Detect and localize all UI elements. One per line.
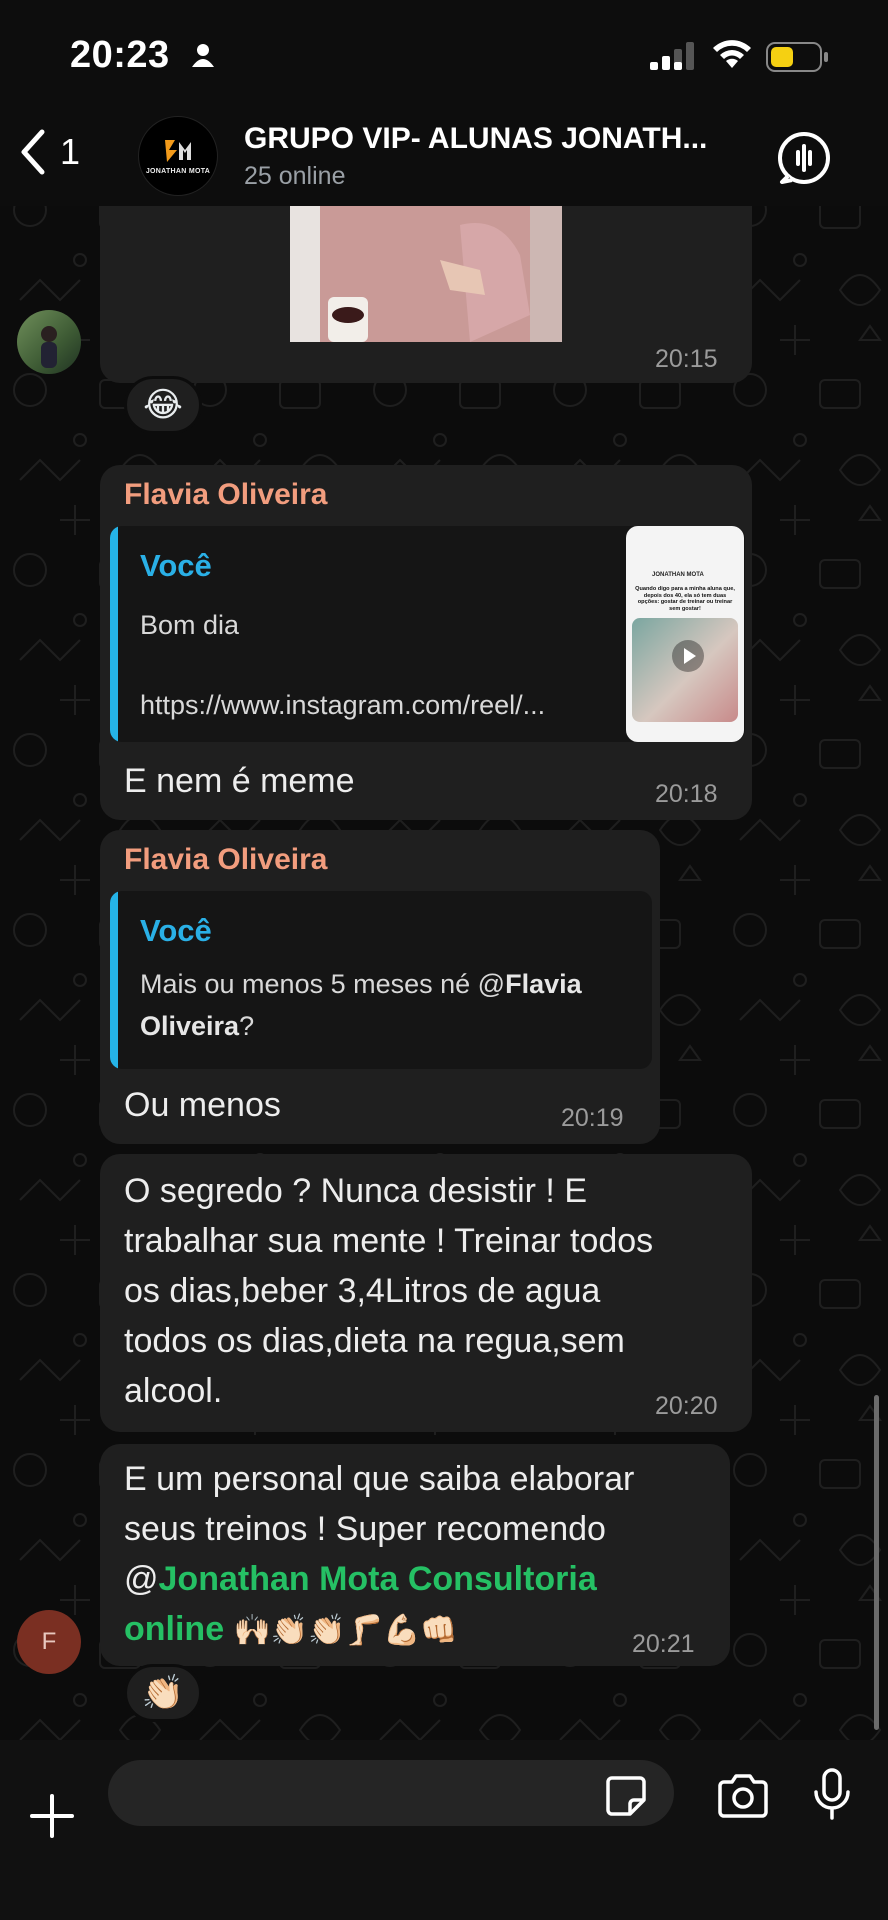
emoji-sequence: 🙌🏻👏🏻👏🏻🦵🏻💪🏻👊🏻 (233, 1614, 458, 1647)
sender-name[interactable]: Flavia Oliveira (124, 478, 327, 512)
scrollbar[interactable] (874, 1395, 879, 1730)
battery-icon (766, 42, 828, 72)
status-bar: 20:23 (0, 0, 888, 110)
chevron-left-icon (21, 129, 45, 175)
sender-avatar[interactable] (17, 310, 81, 374)
mention-link[interactable]: Jonathan Mota Consultoria (159, 1560, 597, 1598)
microphone-icon[interactable] (812, 1768, 852, 1822)
jm-logo-icon (165, 139, 191, 162)
sender-avatar[interactable]: F (17, 1610, 81, 1674)
mention-link[interactable]: online (124, 1610, 224, 1648)
person-icon (192, 44, 214, 67)
back-button[interactable]: 1 (18, 128, 80, 176)
message-text: O segredo ? Nunca desistir ! E trabalhar… (124, 1172, 654, 1410)
quote-link: https://www.instagram.com/reel/... (140, 690, 546, 720)
reaction-badge[interactable]: 😂 (124, 376, 202, 434)
sender-avatar-photo (41, 326, 57, 368)
message-text: E um personal que saiba elaborar seus tr… (124, 1460, 635, 1648)
message-time: 20:19 (561, 1104, 624, 1132)
message-time: 20:18 (655, 780, 718, 808)
chat-header: 1 JONATHAN MOTA GRUPO VIP- ALUNAS JONATH… (0, 110, 888, 206)
message-text: Ou menos (124, 1086, 281, 1124)
thumbnail-caption: Quando digo para a minha aluna que, depo… (635, 586, 735, 612)
photo-content (290, 205, 562, 342)
thumbnail-brand: JONATHAN MOTA (652, 572, 704, 578)
group-name[interactable]: GRUPO VIP- ALUNAS JONATH... (244, 122, 744, 156)
quoted-message[interactable]: Você Mais ou menos 5 meses né @Flavia Oli… (110, 891, 652, 1069)
quote-author: Você (140, 913, 212, 948)
voice-chat-icon[interactable] (776, 130, 832, 186)
link-preview-thumbnail[interactable]: JONATHAN MOTA Quando digo para a minha a… (626, 526, 744, 742)
unread-count: 1 (60, 131, 81, 172)
plus-icon[interactable] (28, 1792, 76, 1840)
quote-text: Bom dia (140, 610, 240, 640)
sender-name[interactable]: Flavia Oliveira (124, 843, 327, 877)
clock: 20:23 (70, 34, 170, 76)
online-count: 25 online (244, 162, 346, 190)
message-time: 20:15 (655, 345, 718, 373)
photo-thumbnail[interactable] (290, 205, 562, 342)
message-input[interactable] (108, 1760, 674, 1826)
reaction-badge[interactable]: 👏🏻 (124, 1664, 202, 1722)
message-time: 20:20 (655, 1392, 718, 1420)
avatar-initial: F (41, 1628, 57, 1655)
chat-screen: { "status_bar": {"time": "20:23"}, "head… (0, 0, 888, 1920)
quote-author: Você (140, 548, 212, 583)
cellular-signal-icon (650, 42, 694, 70)
group-avatar[interactable]: JONATHAN MOTA (138, 116, 218, 196)
message-composer (0, 1740, 888, 1920)
play-icon (672, 640, 704, 672)
message-text: E nem é meme (124, 762, 355, 800)
group-avatar-logo-text: JONATHAN MOTA (145, 167, 211, 175)
message-time: 20:21 (632, 1630, 695, 1658)
quote-bar (110, 526, 118, 742)
sticker-icon[interactable] (604, 1774, 648, 1818)
camera-icon[interactable] (716, 1774, 770, 1818)
quote-text: Mais ou menos 5 meses né @Flavia Oliveira… (140, 969, 582, 1041)
wifi-icon (713, 40, 751, 68)
quote-bar (110, 891, 118, 1069)
